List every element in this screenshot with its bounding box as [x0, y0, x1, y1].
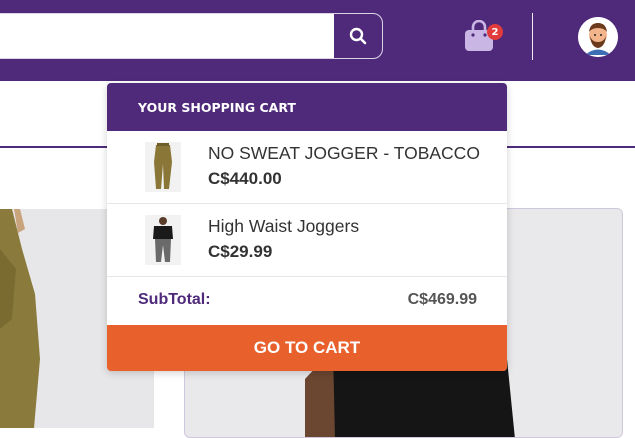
- subtotal-label: SubTotal:: [138, 291, 211, 308]
- top-header: 2: [0, 0, 635, 81]
- cart-item-price: C$29.99: [208, 242, 273, 261]
- cart-popup-title: YOUR SHOPPING CART: [107, 83, 507, 131]
- search-bar: [0, 13, 383, 59]
- user-avatar[interactable]: [578, 17, 618, 57]
- high-waist-joggers-thumb: [145, 215, 181, 265]
- subtotal-value: C$469.99: [407, 291, 477, 308]
- jogger-tobacco-thumb: [145, 142, 181, 192]
- cart-item-price: C$440.00: [208, 169, 282, 188]
- subtotal-row: SubTotal: C$469.99: [107, 277, 507, 323]
- cart-count-badge: 2: [487, 24, 503, 40]
- search-button[interactable]: [333, 14, 382, 58]
- cart-item-thumbnail: [145, 142, 181, 192]
- cart-item-name[interactable]: High Waist Joggers: [208, 216, 359, 237]
- user-avatar-icon: [578, 17, 618, 57]
- header-divider: [532, 13, 533, 60]
- cart-item-name[interactable]: NO SWEAT JOGGER - TOBACCO: [208, 143, 480, 164]
- go-to-cart-button[interactable]: GO TO CART: [107, 325, 507, 371]
- search-icon: [349, 27, 367, 45]
- cart-item[interactable]: High Waist Joggers C$29.99: [107, 204, 507, 277]
- cart-item-thumbnail: [145, 215, 181, 265]
- cart-popup: YOUR SHOPPING CART NO SWEAT JOGGER - TOB…: [107, 83, 507, 371]
- search-input[interactable]: [1, 14, 325, 58]
- cart-item[interactable]: NO SWEAT JOGGER - TOBACCO C$440.00: [107, 131, 507, 204]
